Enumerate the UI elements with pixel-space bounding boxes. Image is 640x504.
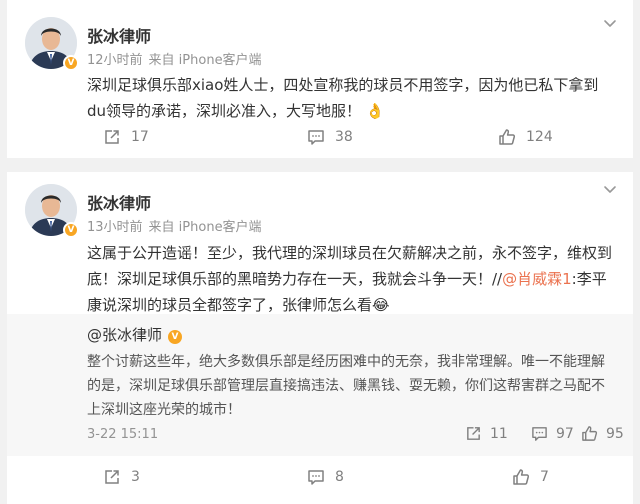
quoted-repost-count: 11	[490, 425, 508, 442]
weibo-post-card: V 张冰律师 12小时前 来自 iPhone客户端 深圳足球俱乐部xiao姓人士，…	[7, 0, 633, 158]
comment-icon	[532, 427, 547, 441]
user-mention-link[interactable]: @肖威霖1	[502, 270, 572, 288]
comment-icon	[308, 130, 324, 145]
post-meta: 12小时前 来自 iPhone客户端	[87, 49, 262, 68]
quoted-date: 3-22 15:11	[87, 427, 159, 442]
post-source: 来自 iPhone客户端	[148, 220, 262, 235]
repost-icon	[105, 470, 119, 484]
post-meta: 13小时前 来自 iPhone客户端	[87, 216, 262, 235]
post-text: 这属于公开造谣！至少，我代理的深圳球员在欠薪解决之前，永不签字，维权到底！深圳足…	[87, 240, 615, 318]
quoted-author-name[interactable]: @张冰律师	[87, 326, 162, 344]
comment-button[interactable]: 38	[307, 128, 353, 146]
quoted-post[interactable]: @张冰律师 V 整个讨薪这些年，绝大多数俱乐部是经历困难中的无奈，我非常理解。唯一…	[7, 314, 633, 456]
comment-button[interactable]: 8	[307, 468, 344, 486]
chevron-down-icon[interactable]	[601, 180, 619, 198]
laughing-emoji: 😂	[372, 296, 390, 314]
post-time[interactable]: 13小时前	[87, 220, 143, 235]
thumbs-up-icon	[499, 129, 516, 145]
chevron-down-icon[interactable]	[601, 14, 619, 32]
quoted-like-count: 95	[606, 425, 624, 442]
author-name[interactable]: 张冰律师	[87, 23, 151, 47]
like-button[interactable]: 124	[498, 128, 553, 146]
action-bar: 3 8 7	[7, 468, 633, 490]
ok-hand-emoji: 👌	[365, 102, 385, 120]
weibo-post-card: V 张冰律师 13小时前 来自 iPhone客户端 这属于公开造谣！至少，我代理的…	[7, 172, 633, 504]
thumbs-up-icon	[513, 469, 530, 485]
comment-count: 38	[335, 129, 353, 145]
quoted-comment-button[interactable]: 97	[531, 425, 574, 442]
post-text-content: 深圳足球俱乐部xiao姓人士，四处宣称我的球员不用签字，因为他已私下拿到du领导…	[87, 76, 599, 120]
quoted-like-button[interactable]: 95	[581, 425, 624, 442]
post-source: 来自 iPhone客户端	[148, 53, 262, 68]
author-name[interactable]: 张冰律师	[87, 190, 151, 214]
like-button[interactable]: 7	[512, 468, 549, 486]
repost-icon	[105, 130, 119, 144]
verified-badge-icon: V	[63, 55, 79, 71]
repost-count: 3	[131, 469, 140, 485]
comment-count: 8	[335, 469, 344, 485]
like-count: 7	[540, 469, 549, 485]
quoted-text: 整个讨薪这些年，绝大多数俱乐部是经历困难中的无奈，我非常理解。唯一不能理解的是，…	[87, 354, 605, 418]
quoted-comment-count: 97	[556, 425, 574, 442]
quoted-repost-button[interactable]: 11	[465, 425, 508, 442]
post-text: 深圳足球俱乐部xiao姓人士，四处宣称我的球员不用签字，因为他已私下拿到du领导…	[87, 72, 615, 124]
like-count: 124	[526, 129, 553, 145]
quoted-author[interactable]: @张冰律师 V	[87, 324, 183, 345]
verified-badge-icon: V	[168, 330, 183, 344]
repost-icon	[467, 427, 480, 440]
repost-button[interactable]: 3	[103, 468, 140, 486]
thumbs-up-icon	[582, 426, 598, 441]
comment-icon	[308, 470, 324, 485]
action-bar: 17 38 124	[7, 128, 633, 150]
repost-count: 17	[131, 129, 149, 145]
post-time[interactable]: 12小时前	[87, 53, 143, 68]
verified-badge-icon: V	[63, 222, 79, 238]
repost-button[interactable]: 17	[103, 128, 149, 146]
